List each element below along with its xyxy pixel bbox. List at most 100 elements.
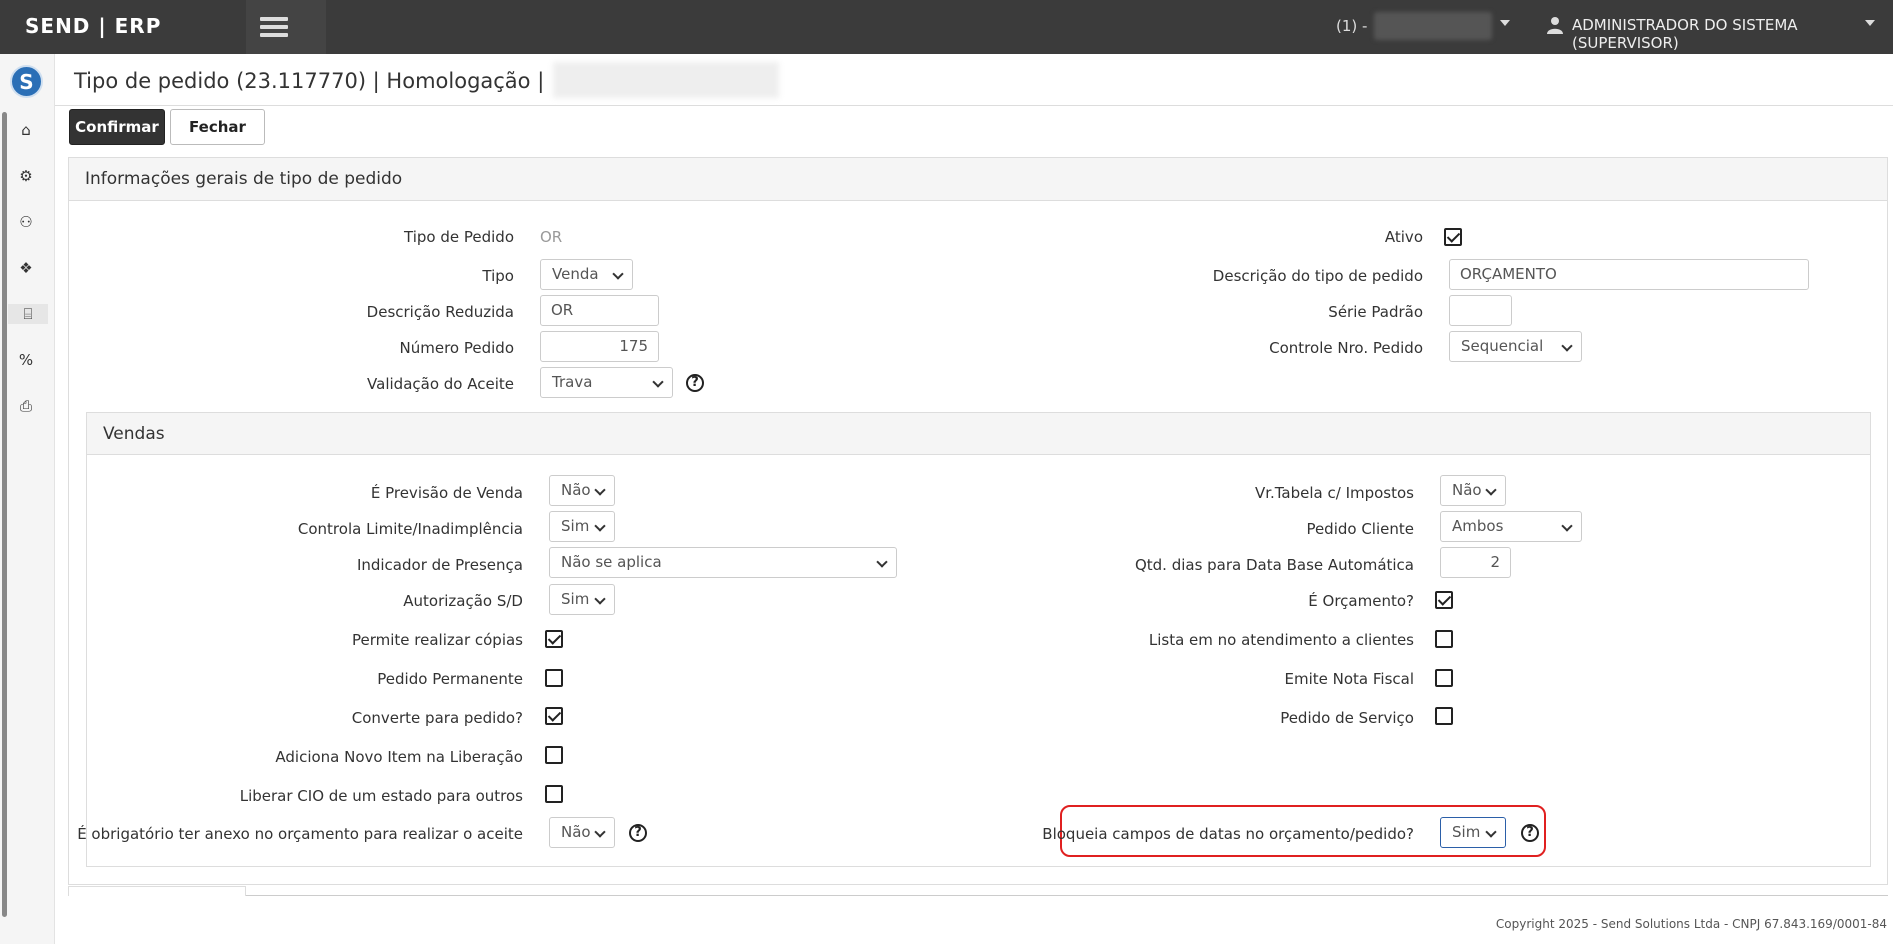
serie-padrao-label: Série Padrão <box>1328 303 1423 321</box>
hamburger-icon <box>260 33 288 37</box>
app-brand[interactable]: SEND | ERP <box>25 14 161 38</box>
tipo-label: Tipo <box>482 267 514 285</box>
tipo-pedido-value: OR <box>540 228 563 246</box>
bank-icon[interactable]: ⌸ <box>8 304 48 324</box>
liberar-cio-checkbox[interactable] <box>545 785 563 803</box>
controla-limite-select[interactable]: Sim <box>549 511 615 542</box>
lista-atendimento-checkbox[interactable] <box>1435 630 1453 648</box>
controle-nro-label: Controle Nro. Pedido <box>1269 339 1423 357</box>
novo-item-label: Adiciona Novo Item na Liberação <box>275 748 523 766</box>
permite-copias-checkbox[interactable] <box>545 630 563 648</box>
permite-copias-label: Permite realizar cópias <box>351 631 523 649</box>
confirm-button[interactable]: Confirmar <box>69 109 165 145</box>
home-icon[interactable]: ⌂ <box>16 120 36 140</box>
general-info-heading: Informações gerais de tipo de pedido <box>69 158 1887 201</box>
vr-tabela-select[interactable]: Não <box>1440 475 1506 506</box>
numero-pedido-label: Número Pedido <box>399 339 514 357</box>
descricao-tipo-input[interactable]: ORÇAMENTO <box>1449 259 1809 290</box>
vr-tabela-value: Não <box>1452 481 1482 499</box>
previsao-venda-select[interactable]: Não <box>549 475 615 506</box>
converte-pedido-checkbox[interactable] <box>545 707 563 725</box>
indicador-presenca-select[interactable]: Não se aplica <box>549 547 897 578</box>
ativo-label: Ativo <box>1384 228 1423 246</box>
environment-label[interactable]: (1) - <box>1336 17 1367 35</box>
e-orcamento-checkbox[interactable] <box>1435 591 1453 609</box>
vendas-title: Vendas <box>103 424 165 444</box>
e-orcamento-label: É Orçamento? <box>1308 592 1414 610</box>
descricao-reduzida-input[interactable]: OR <box>540 295 659 326</box>
top-bar: SEND | ERP (1) - ADMINISTRADOR DO SISTEM… <box>0 0 1893 54</box>
emite-nota-label: Emite Nota Fiscal <box>1284 670 1415 688</box>
pedido-cliente-label: Pedido Cliente <box>1306 520 1414 538</box>
controla-limite-label: Controla Limite/Inadimplência <box>297 520 523 538</box>
hamburger-icon <box>260 25 288 29</box>
descricao-reduzida-label: Descrição Reduzida <box>366 303 514 321</box>
environment-chevron-down-icon[interactable] <box>1500 20 1510 26</box>
environment-redacted <box>1374 12 1492 40</box>
previsao-venda-label: É Previsão de Venda <box>370 484 523 502</box>
vr-tabela-label: Vr.Tabela c/ Impostos <box>1254 484 1414 502</box>
ativo-checkbox[interactable] <box>1444 228 1462 246</box>
autorizacao-sd-value: Sim <box>561 590 590 608</box>
descricao-tipo-label: Descrição do tipo de pedido <box>1212 267 1423 285</box>
hamburger-icon <box>260 17 288 21</box>
print-icon[interactable]: ⎙ <box>16 396 36 416</box>
pedido-cliente-value: Ambos <box>1452 517 1504 535</box>
tipo-pedido-label: Tipo de Pedido <box>404 228 514 246</box>
bloqueia-help-icon[interactable]: ? <box>1521 824 1539 842</box>
title-redacted <box>553 62 779 98</box>
qtd-dias-input[interactable]: 2 <box>1440 547 1511 578</box>
lista-atendimento-label: Lista em no atendimento a clientes <box>1148 631 1414 649</box>
autorizacao-sd-select[interactable]: Sim <box>549 584 615 615</box>
bloqueia-datas-value: Sim <box>1452 823 1481 841</box>
anexo-obrigatorio-label: É obrigatório ter anexo no orçamento par… <box>77 825 523 843</box>
qtd-dias-label: Qtd. dias para Data Base Automática <box>1134 556 1414 574</box>
menu-toggle-button[interactable] <box>246 0 326 54</box>
user-chevron-down-icon[interactable] <box>1865 20 1875 26</box>
percent-icon[interactable]: % <box>16 350 36 370</box>
validacao-help-icon[interactable]: ? <box>686 374 704 392</box>
previsao-venda-value: Não <box>561 481 591 499</box>
handshake-icon[interactable]: ⚇ <box>16 212 36 232</box>
pedido-servico-label: Pedido de Serviço <box>1280 709 1414 727</box>
sidebar-scrollbar[interactable] <box>2 112 7 917</box>
controla-limite-value: Sim <box>561 517 590 535</box>
validacao-aceite-label: Validação do Aceite <box>367 375 514 393</box>
tipo-select-value: Venda <box>552 265 599 283</box>
footer-divider <box>68 895 1888 896</box>
controle-nro-select[interactable]: Sequencial <box>1449 331 1582 362</box>
pedido-cliente-select[interactable]: Ambos <box>1440 511 1582 542</box>
tipo-select[interactable]: Venda <box>540 259 633 290</box>
converte-pedido-label: Converte para pedido? <box>351 709 523 727</box>
sidebar: S ⌂ ⚙ ⚇ ❖ ⌸ % ⎙ <box>0 54 55 944</box>
novo-item-checkbox[interactable] <box>545 746 563 764</box>
bloqueia-datas-label: Bloqueia campos de datas no orçamento/pe… <box>1042 825 1414 843</box>
gears-icon[interactable]: ⚙ <box>16 166 36 186</box>
footer-tab <box>68 886 246 896</box>
vendas-heading: Vendas <box>87 413 1870 455</box>
cubes-icon[interactable]: ❖ <box>16 258 36 278</box>
validacao-aceite-value: Trava <box>552 373 593 391</box>
pedido-servico-checkbox[interactable] <box>1435 707 1453 725</box>
anexo-obrigatorio-select[interactable]: Não <box>549 817 615 848</box>
page-title: Tipo de pedido (23.117770) | Homologação… <box>74 69 545 93</box>
validacao-aceite-select[interactable]: Trava <box>540 367 673 398</box>
user-menu[interactable]: ADMINISTRADOR DO SISTEMA (SUPERVISOR) <box>1572 16 1893 52</box>
anexo-obrigatorio-value: Não <box>561 823 591 841</box>
indicador-presenca-value: Não se aplica <box>561 553 662 571</box>
bloqueia-datas-select[interactable]: Sim <box>1440 817 1506 848</box>
numero-pedido-input[interactable]: 175 <box>540 331 659 362</box>
serie-padrao-input[interactable] <box>1449 295 1512 326</box>
send-logo[interactable]: S <box>10 65 43 98</box>
user-icon <box>1547 17 1563 34</box>
pedido-permanente-label: Pedido Permanente <box>377 670 523 688</box>
autorizacao-sd-label: Autorização S/D <box>403 592 523 610</box>
page-header: Tipo de pedido (23.117770) | Homologação… <box>55 54 1893 106</box>
anexo-help-icon[interactable]: ? <box>629 824 647 842</box>
copyright-text: Copyright 2025 - Send Solutions Ltda - C… <box>1495 917 1887 931</box>
pedido-permanente-checkbox[interactable] <box>545 669 563 687</box>
emite-nota-checkbox[interactable] <box>1435 669 1453 687</box>
indicador-presenca-label: Indicador de Presença <box>356 556 523 574</box>
close-button[interactable]: Fechar <box>170 109 265 145</box>
controle-nro-value: Sequencial <box>1461 337 1544 355</box>
